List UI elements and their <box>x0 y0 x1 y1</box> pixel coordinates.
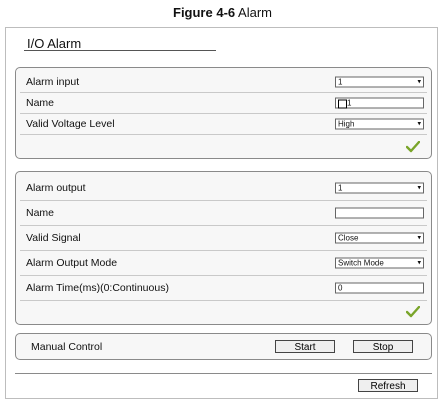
alarm-time-input[interactable]: 0 <box>335 282 424 294</box>
alarm-input-select[interactable]: 1 <box>335 76 424 88</box>
io-alarm-panel: I/O Alarm Alarm input 1 Name 1 Valid Vol… <box>5 27 438 399</box>
input-name-checkbox[interactable] <box>338 99 347 109</box>
voltage-level-row: Valid Voltage Level High <box>20 114 427 135</box>
valid-signal-label: Valid Signal <box>26 232 81 244</box>
start-button[interactable]: Start <box>275 340 335 353</box>
input-name-label: Name <box>26 97 55 109</box>
input-name-row: Name 1 <box>20 93 427 114</box>
alarm-input-row: Alarm input 1 <box>20 72 427 93</box>
bottom-divider <box>15 373 432 374</box>
manual-control-label: Manual Control <box>31 340 103 353</box>
output-mode-label: Alarm Output Mode <box>26 257 118 269</box>
checkmark-icon[interactable] <box>406 306 420 318</box>
alarm-output-select[interactable]: 1 <box>335 182 424 194</box>
input-name-value: 1 <box>347 98 352 108</box>
voltage-level-select[interactable]: High <box>335 118 424 130</box>
title-underline <box>24 50 216 51</box>
output-mode-row: Alarm Output Mode Switch Mode <box>20 251 427 276</box>
alarm-output-row: Alarm output 1 <box>20 176 427 201</box>
alarm-input-group: Alarm input 1 Name 1 Valid Voltage Level… <box>15 67 432 159</box>
output-name-input[interactable] <box>335 207 424 219</box>
alarm-time-label: Alarm Time(ms)(0:Continuous) <box>26 282 169 294</box>
figure-caption: Figure 4-6 Alarm <box>0 5 445 20</box>
valid-signal-row: Valid Signal Close <box>20 226 427 251</box>
panel-title: I/O Alarm <box>27 36 82 51</box>
output-name-label: Name <box>26 207 55 219</box>
alarm-input-label: Alarm input <box>26 76 80 88</box>
output-mode-select[interactable]: Switch Mode <box>335 257 424 269</box>
alarm-time-row: Alarm Time(ms)(0:Continuous) 0 <box>20 276 427 301</box>
figure-number: Figure 4-6 <box>173 5 236 20</box>
alarm-output-label: Alarm output <box>26 182 86 194</box>
input-name-field[interactable]: 1 <box>335 97 424 109</box>
figure-title: Alarm <box>238 5 272 20</box>
alarm-output-group: Alarm output 1 Name Valid Signal Close A… <box>15 171 432 325</box>
output-name-row: Name <box>20 201 427 226</box>
refresh-button[interactable]: Refresh <box>358 379 418 392</box>
voltage-level-label: Valid Voltage Level <box>26 118 115 130</box>
manual-control-group: Manual Control Start Stop <box>15 333 432 360</box>
stop-button[interactable]: Stop <box>353 340 413 353</box>
valid-signal-select[interactable]: Close <box>335 232 424 244</box>
checkmark-icon[interactable] <box>406 141 420 153</box>
